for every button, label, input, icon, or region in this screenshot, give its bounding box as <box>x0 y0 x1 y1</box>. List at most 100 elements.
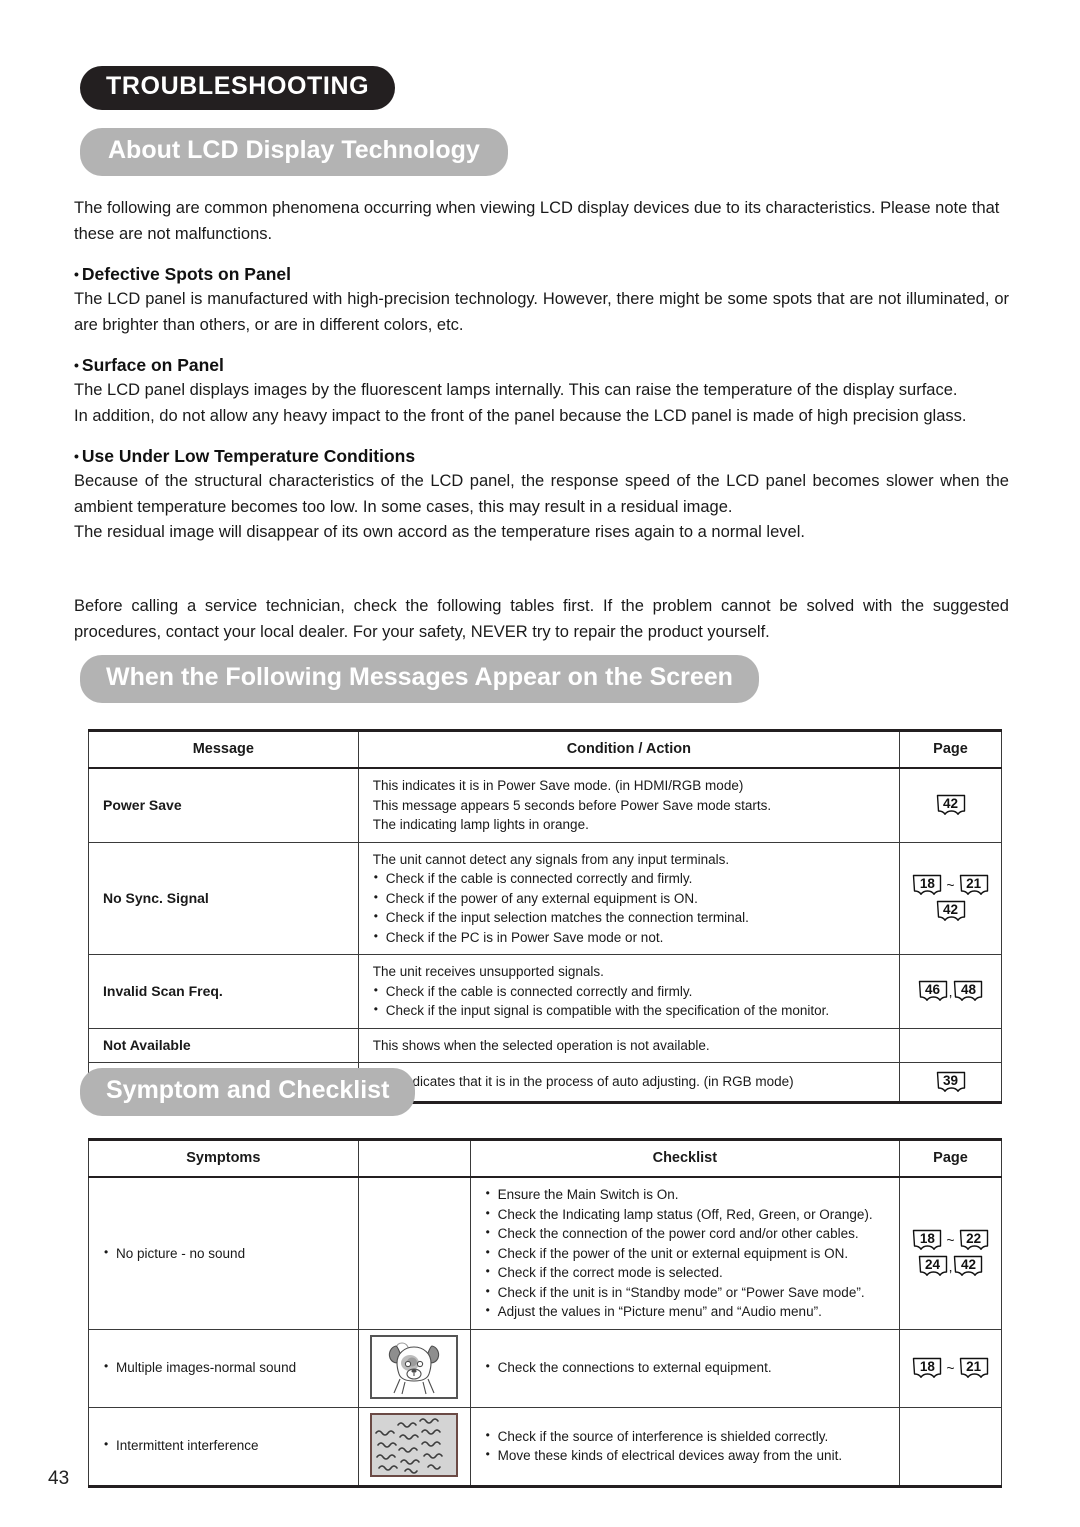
page-number: 43 <box>48 1468 70 1489</box>
condition-line: The unit receives unsupported signals. <box>372 964 604 979</box>
checklist-bullet: Check the connections to external equipm… <box>485 1357 889 1378</box>
condition-line: The indicating lamp lights in orange. <box>372 817 589 832</box>
condition-bullet: Check if the power of any external equip… <box>373 888 889 909</box>
checklist-bullet: Adjust the values in “Picture menu” and … <box>485 1301 889 1322</box>
page-badge-icon[interactable]: 42 <box>936 794 966 817</box>
paragraph-surface-2: In addition, do not allow any heavy impa… <box>74 406 967 425</box>
illustration-cell-empty <box>357 1176 471 1330</box>
page-badge-number: 21 <box>966 1358 982 1374</box>
symptom-label: Intermittent interference <box>103 1435 348 1456</box>
checklist-cell: Ensure the Main Switch is On. Check the … <box>469 1176 901 1330</box>
symptom-label: No picture - no sound <box>103 1243 348 1264</box>
subheading-defective-spots-text: Defective Spots on Panel <box>81 264 291 284</box>
page-reference-group: 39 <box>935 1071 967 1092</box>
paragraph-defective-spots-1: The LCD panel is manufactured with high-… <box>74 290 1009 334</box>
table-header-row: Symptoms Checklist Page <box>88 1138 1002 1178</box>
message-label: Power Save <box>88 767 359 843</box>
table-row: No picture - no sound Ensure the Main Sw… <box>88 1176 1002 1330</box>
condition-bullet: Check if the cable is connected correctl… <box>373 981 889 1002</box>
bullet-icon: • <box>74 448 79 464</box>
page-reference-group: 42 <box>935 794 967 816</box>
condition-action-cell: The unit cannot detect any signals from … <box>357 841 901 955</box>
page-badge-icon[interactable]: 21 <box>959 874 989 897</box>
page-badge-icon[interactable]: 24 <box>918 1255 948 1278</box>
page-badge-icon[interactable]: 18 <box>912 1229 942 1252</box>
column-header-condition-action: Condition / Action <box>357 729 901 769</box>
column-header-message: Message <box>88 729 359 769</box>
condition-bullet: Check if the input selection matches the… <box>373 907 889 928</box>
messages-table: Message Condition / Action Page Power Sa… <box>88 729 1002 1104</box>
page-reference-group: 18 ~ 21 <box>911 874 989 895</box>
page-range-separator: ~ <box>946 1360 955 1377</box>
condition-line: This indicates that it is in the process… <box>372 1074 794 1090</box>
symptom-label-cell: Multiple images-normal sound <box>88 1328 359 1408</box>
interference-pattern-icon <box>370 1412 459 1477</box>
page-reference-group: 42 <box>935 901 967 922</box>
paragraph-surface-1: The LCD panel displays images by the flu… <box>74 381 958 399</box>
chapter-title-text: TROUBLESHOOTING <box>106 72 370 100</box>
page-reference-cell: 18 ~ 22 24 , 42 <box>899 1176 1002 1330</box>
checklist-bullet: Check if the unit is in “Standby mode” o… <box>485 1282 889 1303</box>
column-header-page: Page <box>899 729 1002 769</box>
section-heading-symptom: Symptom and Checklist <box>80 1068 416 1116</box>
page-badge-number: 18 <box>919 1358 935 1374</box>
section-heading-about-text: About LCD Display Technology <box>108 136 480 164</box>
bullet-icon: • <box>74 357 79 373</box>
checklist-bullet: Check the connection of the power cord a… <box>485 1223 889 1244</box>
page-badge-number: 42 <box>942 902 959 918</box>
page-badge-number: 24 <box>925 1257 941 1273</box>
message-label: No Sync. Signal <box>88 841 359 955</box>
page-reference-group: 18 ~ 22 <box>911 1229 989 1250</box>
section-heading-about: About LCD Display Technology <box>80 128 508 176</box>
subheading-defective-spots: • Defective Spots on Panel <box>74 261 1009 287</box>
page-badge-number: 42 <box>960 1257 976 1273</box>
bullet-icon: • <box>74 266 79 282</box>
paragraph-low-temperature-2: The residual image will disappear of its… <box>74 523 805 541</box>
column-header-checklist: Checklist <box>469 1138 901 1178</box>
table-row: Invalid Scan Freq. The unit receives uns… <box>88 954 1002 1029</box>
section-heading-symptom-text: Symptom and Checklist <box>106 1076 390 1104</box>
message-label: Invalid Scan Freq. <box>88 954 359 1029</box>
about-lcd-body: The following are common phenomena occur… <box>74 196 1009 546</box>
symptom-label: Multiple images-normal sound <box>103 1357 348 1378</box>
table-row: Not Available This shows when the select… <box>88 1027 1002 1063</box>
page-reference-cell <box>899 1406 1002 1488</box>
condition-bullet: Check if the PC is in Power Save mode or… <box>373 927 889 948</box>
page-badge-icon[interactable]: 18 <box>912 874 942 897</box>
section-heading-messages: When the Following Messages Appear on th… <box>80 655 759 703</box>
page-range-separator: ~ <box>946 1232 955 1249</box>
condition-line: This shows when the selected operation i… <box>372 1037 710 1053</box>
condition-action-cell: This shows when the selected operation i… <box>357 1027 901 1063</box>
chapter-title-banner: TROUBLESHOOTING <box>80 66 396 110</box>
checklist-bullet: Check if the power of the unit or extern… <box>485 1243 889 1264</box>
page-badge-icon[interactable]: 46 <box>918 980 948 1003</box>
table-row: No Sync. Signal The unit cannot detect a… <box>88 841 1002 955</box>
page-badge-icon[interactable]: 21 <box>959 1357 989 1380</box>
page-badge-icon[interactable]: 22 <box>959 1229 989 1252</box>
page-list-separator: , <box>948 1258 953 1275</box>
page-badge-icon[interactable]: 42 <box>953 1255 983 1278</box>
page-badge-icon[interactable]: 42 <box>936 900 966 923</box>
condition-bullet: Check if the input signal is compatible … <box>373 1000 889 1021</box>
condition-line: This indicates it is in Power Save mode.… <box>372 778 744 793</box>
page-reference-group: 46 , 48 <box>917 980 985 1001</box>
condition-action-cell: This indicates that it is in the process… <box>357 1062 901 1104</box>
service-notice-text: Before calling a service technician, che… <box>74 597 1009 641</box>
page-badge-icon[interactable]: 18 <box>912 1357 942 1380</box>
checklist-bullet: Move these kinds of electrical devices a… <box>485 1445 889 1466</box>
table-header-row: Message Condition / Action Page <box>88 729 1002 769</box>
illustration-cell <box>357 1406 471 1488</box>
page-badge-icon[interactable]: 39 <box>936 1071 966 1094</box>
page-badge-icon[interactable]: 48 <box>953 980 983 1003</box>
page-badge-number: 22 <box>966 1230 982 1246</box>
page-reference-group: 18 ~ 21 <box>911 1357 989 1378</box>
checklist-bullet: Check the Indicating lamp status (Off, R… <box>485 1204 889 1225</box>
symptom-label-cell: No picture - no sound <box>88 1176 359 1330</box>
checklist-cell: Check if the source of interference is s… <box>469 1406 901 1488</box>
checklist-bullet: Ensure the Main Switch is On. <box>485 1184 889 1205</box>
page-badge-number: 39 <box>942 1072 959 1088</box>
page-reference-cell: 42 <box>899 767 1002 843</box>
page-reference-cell: 46 , 48 <box>899 954 1002 1029</box>
page-badge-number: 46 <box>925 981 941 997</box>
condition-bullet: Check if the cable is connected correctl… <box>373 868 889 889</box>
